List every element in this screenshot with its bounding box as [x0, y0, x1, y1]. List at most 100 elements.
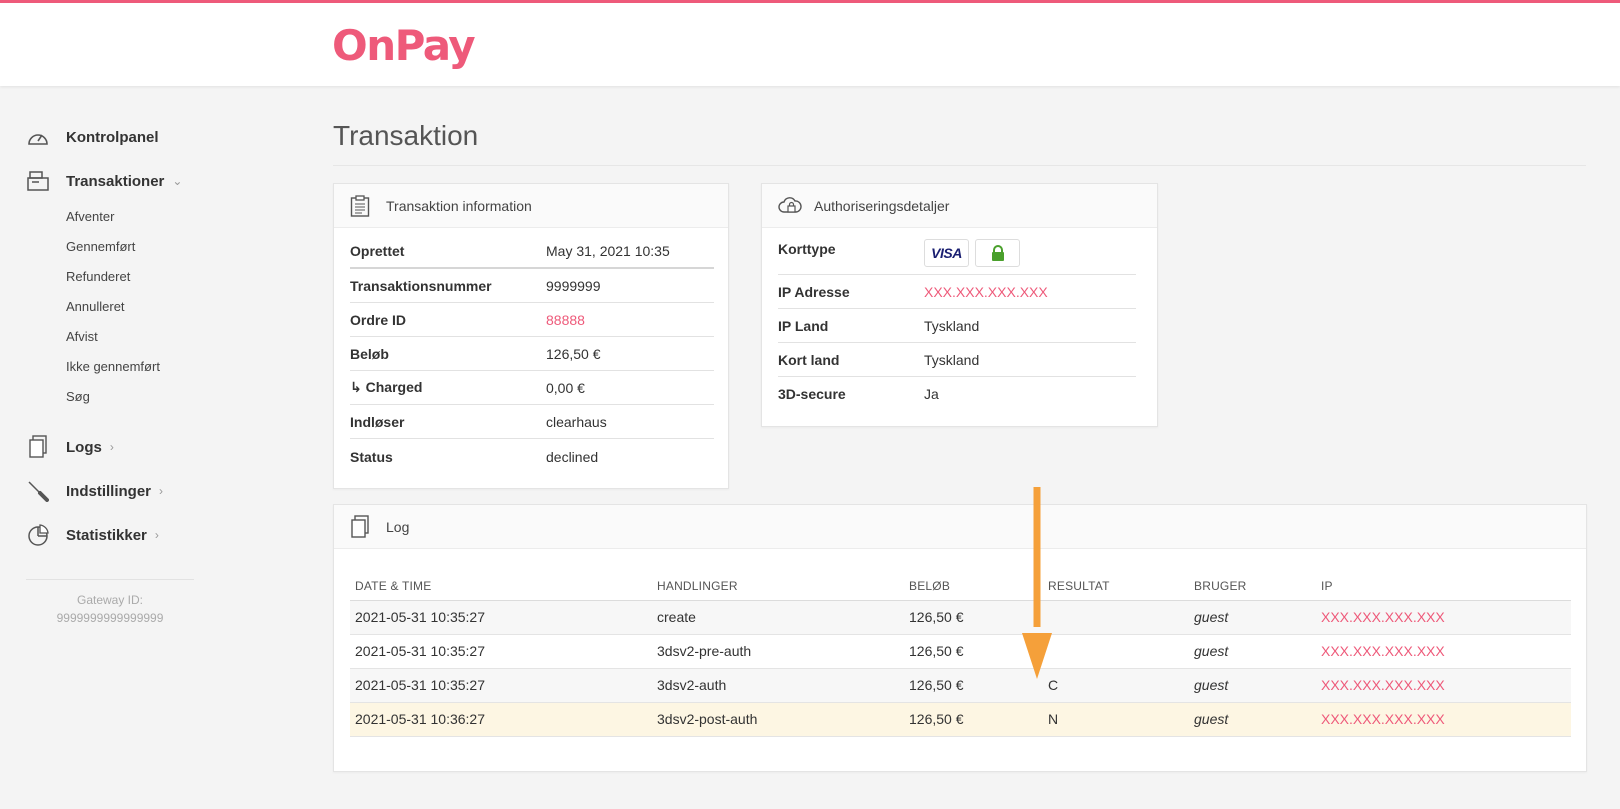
cell-user: guest: [1194, 643, 1229, 659]
col-ip[interactable]: IP: [1321, 579, 1333, 593]
row-kort-land: Kort land Tyskland: [778, 343, 1136, 377]
order-id-link[interactable]: 88888: [546, 312, 585, 328]
row-3d-secure: 3D-secure Ja: [778, 377, 1136, 411]
dashboard-gauge-icon: [26, 125, 50, 149]
row-value: declined: [546, 449, 599, 465]
subnav-annulleret[interactable]: Annulleret: [66, 299, 125, 314]
clipboard-icon: [350, 194, 374, 218]
cell-amount: 126,50 €: [909, 711, 964, 727]
row-key: Transaktionsnummer: [350, 277, 492, 294]
row-ordre-id: Ordre ID 88888: [350, 303, 714, 337]
row-key: IP Adresse: [778, 283, 850, 300]
nav-label: Statistikker: [66, 526, 147, 544]
col-date-time[interactable]: DATE & TIME: [355, 579, 431, 593]
ip-address-link[interactable]: XXX.XXX.XXX.XXX: [924, 284, 1048, 300]
row-korttype: Korttype VISA: [778, 235, 1136, 275]
annotation-arrow-icon: [1022, 487, 1052, 679]
col-handlinger[interactable]: HANDLINGER: [657, 579, 738, 593]
subnav-afvist[interactable]: Afvist: [66, 329, 98, 344]
cell-amount: 126,50 €: [909, 643, 964, 659]
cell-result: N: [1048, 711, 1059, 727]
cell-amount: 126,50 €: [909, 677, 964, 693]
cell-action: 3dsv2-auth: [657, 677, 727, 693]
row-key: Status: [350, 449, 393, 465]
nav-label: Logs: [66, 438, 102, 456]
lock-icon: [975, 239, 1020, 267]
documents-icon: [26, 435, 50, 459]
cell-action: create: [657, 609, 696, 625]
nav-kontrolpanel[interactable]: Kontrolpanel: [26, 122, 159, 152]
row-value: May 31, 2021 10:35: [546, 243, 670, 259]
subnav-refunderet[interactable]: Refunderet: [66, 269, 130, 284]
visa-card-icon: VISA: [924, 239, 969, 267]
table-row-highlighted: 2021-05-31 10:36:27 3dsv2-post-auth 126,…: [350, 703, 1571, 737]
card-title: Authoriseringsdetaljer: [814, 197, 950, 214]
chevron-right-icon: ›: [159, 484, 164, 498]
row-charged: ↳ Charged 0,00 €: [350, 371, 714, 405]
cell-ip-link[interactable]: XXX.XXX.XXX.XXX: [1321, 711, 1445, 727]
nav-label: Transaktioner: [66, 172, 165, 190]
row-key: Korttype: [778, 241, 836, 257]
col-bruger[interactable]: BRUGER: [1194, 579, 1247, 593]
subnav-sog[interactable]: Søg: [66, 389, 90, 404]
cell-datetime: 2021-05-31 10:35:27: [355, 643, 485, 659]
register-icon: [26, 169, 50, 193]
table-row: 2021-05-31 10:35:27 create 126,50 € gues…: [350, 601, 1571, 635]
row-value: 126,50 €: [546, 345, 601, 362]
cell-user: guest: [1194, 677, 1229, 693]
nav-indstillinger[interactable]: Indstillinger ›: [26, 476, 163, 506]
subnav-afventer[interactable]: Afventer: [66, 209, 114, 224]
card-header: Log: [334, 505, 1586, 549]
row-key: IP Land: [778, 317, 829, 334]
top-bar: OnPay: [0, 0, 1620, 86]
nav-logs[interactable]: Logs ›: [26, 432, 114, 462]
col-belob[interactable]: BELØB: [909, 579, 950, 593]
card-header: Transaktion information: [334, 184, 728, 228]
nav-transaktioner[interactable]: Transaktioner ⌄: [26, 166, 182, 196]
row-value: Ja: [924, 386, 939, 402]
cell-user: guest: [1194, 609, 1229, 625]
card-header: Authoriseringsdetaljer: [762, 184, 1157, 228]
row-key: 3D-secure: [778, 386, 846, 402]
subnav-ikke-gennemfort[interactable]: Ikke gennemført: [66, 359, 160, 374]
col-resultat[interactable]: RESULTAT: [1048, 579, 1110, 593]
cell-ip-link[interactable]: XXX.XXX.XXX.XXX: [1321, 609, 1445, 625]
row-key: Beløb: [350, 345, 389, 362]
row-status: Status declined: [350, 440, 714, 474]
cell-datetime: 2021-05-31 10:36:27: [355, 711, 485, 727]
documents-icon: [350, 514, 374, 539]
pie-chart-icon: [26, 523, 50, 547]
subnav-gennemfort[interactable]: Gennemført: [66, 239, 135, 254]
chevron-right-icon: ›: [154, 528, 159, 542]
row-ip-adresse: IP Adresse XXX.XXX.XXX.XXX: [778, 275, 1136, 309]
log-table-header: DATE & TIME HANDLINGER BELØB RESULTAT BR…: [350, 565, 1571, 601]
row-value: 0,00 €: [546, 379, 585, 396]
row-belob: Beløb 126,50 €: [350, 337, 714, 371]
row-key: Oprettet: [350, 243, 405, 259]
cell-datetime: 2021-05-31 10:35:27: [355, 609, 485, 625]
title-divider: [333, 165, 1586, 166]
row-oprettet: Oprettet May 31, 2021 10:35: [350, 235, 714, 269]
sidebar-divider: [26, 579, 194, 580]
onpay-logo[interactable]: OnPay: [332, 21, 476, 70]
table-row: 2021-05-31 10:35:27 3dsv2-auth 126,50 € …: [350, 669, 1571, 703]
cell-action: 3dsv2-pre-auth: [657, 643, 752, 659]
cell-datetime: 2021-05-31 10:35:27: [355, 677, 485, 693]
transaction-info-card: Transaktion information Oprettet May 31,…: [333, 183, 729, 489]
cell-ip-link[interactable]: XXX.XXX.XXX.XXX: [1321, 643, 1445, 659]
gateway-id: 9999999999999999: [56, 611, 164, 625]
log-card: Log DATE & TIME HANDLINGER BELØB RESULTA…: [333, 504, 1587, 772]
row-value: Tyskland: [924, 317, 980, 334]
card-title: Transaktion information: [386, 197, 532, 214]
cell-amount: 126,50 €: [909, 609, 964, 625]
card-badges: VISA: [924, 239, 1020, 267]
row-value: Tyskland: [924, 351, 980, 368]
nav-statistikker[interactable]: Statistikker ›: [26, 520, 159, 550]
row-value: 9999999: [546, 277, 601, 294]
log-table: DATE & TIME HANDLINGER BELØB RESULTAT BR…: [350, 565, 1571, 737]
row-key: ↳ Charged: [350, 379, 423, 395]
row-indloser: Indløser clearhaus: [350, 405, 714, 439]
row-key: Indløser: [350, 413, 405, 430]
nav-label: Indstillinger: [66, 482, 152, 500]
cell-ip-link[interactable]: XXX.XXX.XXX.XXX: [1321, 677, 1445, 693]
